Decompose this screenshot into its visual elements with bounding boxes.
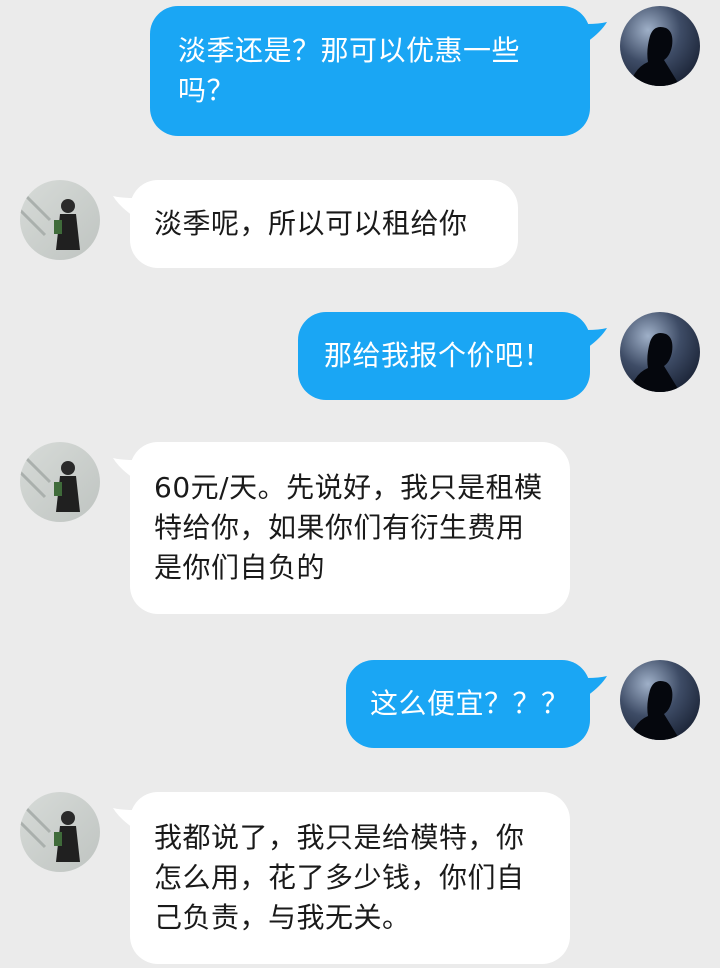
message-bubble-outgoing[interactable]: 那给我报个价吧！ bbox=[298, 312, 590, 400]
girl-photo-avatar[interactable] bbox=[20, 442, 100, 522]
dark-silhouette-avatar[interactable] bbox=[620, 660, 700, 740]
bubble-tail bbox=[587, 22, 609, 44]
girl-photo-avatar[interactable] bbox=[20, 792, 100, 872]
message-bubble-outgoing[interactable]: 淡季还是？那可以优惠一些吗？ bbox=[150, 6, 590, 136]
bubble-tail bbox=[587, 676, 609, 698]
message-text: 60元/天。先说好，我只是租模特给你，如果你们有衍生费用是你们自负的 bbox=[154, 471, 543, 584]
bubble-tail bbox=[587, 328, 609, 350]
message-text: 淡季呢，所以可以租给你 bbox=[154, 207, 468, 240]
girl-photo-avatar[interactable] bbox=[20, 180, 100, 260]
message-text: 我都说了，我只是给模特，你怎么用，花了多少钱，你们自己负责，与我无关。 bbox=[154, 821, 525, 934]
dark-silhouette-avatar[interactable] bbox=[620, 6, 700, 86]
message-bubble-incoming[interactable]: 60元/天。先说好，我只是租模特给你，如果你们有衍生费用是你们自负的 bbox=[130, 442, 570, 614]
message-bubble-outgoing[interactable]: 这么便宜？？？ bbox=[346, 660, 590, 748]
message-bubble-incoming[interactable]: 淡季呢，所以可以租给你 bbox=[130, 180, 518, 268]
chat-conversation: 淡季还是？那可以优惠一些吗？ 淡季呢，所以可以租给你 那给我报个价吧！ 60元/… bbox=[0, 0, 720, 968]
dark-silhouette-avatar[interactable] bbox=[620, 312, 700, 392]
message-bubble-incoming[interactable]: 我都说了，我只是给模特，你怎么用，花了多少钱，你们自己负责，与我无关。 bbox=[130, 792, 570, 964]
message-text: 淡季还是？那可以优惠一些吗？ bbox=[178, 34, 521, 107]
message-text: 这么便宜？？？ bbox=[370, 687, 570, 720]
message-text: 那给我报个价吧！ bbox=[324, 339, 553, 372]
